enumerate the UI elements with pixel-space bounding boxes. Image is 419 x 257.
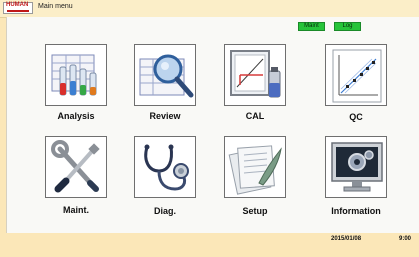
review-icon (139, 54, 194, 98)
analysis-label: Analysis (57, 111, 95, 121)
brand-logo-text: HUMAN (6, 2, 29, 8)
main-menu-screen: HUMAN Main menu Maint Log Analysis Revie… (0, 0, 419, 257)
analysis-button[interactable] (45, 44, 107, 106)
monitor-icon (331, 142, 383, 192)
qc-chart-icon (332, 49, 382, 103)
calibration-icon (230, 50, 281, 98)
cal-label: CAL (245, 111, 265, 121)
diag-label: Diag. (153, 206, 176, 216)
current-time: 9:00 (399, 236, 412, 242)
log-status-button[interactable]: Log (334, 22, 361, 31)
information-button[interactable] (325, 136, 387, 198)
current-date: 2015/01/08 (331, 236, 362, 242)
maint-label: Maint. (63, 205, 89, 215)
stethoscope-icon (144, 144, 189, 191)
review-label: Review (149, 111, 181, 121)
maint-status-button[interactable]: Maint (298, 22, 325, 31)
diag-button[interactable] (134, 136, 196, 198)
qc-button[interactable] (325, 44, 387, 106)
maint-button[interactable] (45, 136, 107, 198)
setup-label: Setup (242, 206, 268, 216)
setup-button[interactable] (224, 136, 286, 198)
title-bar: HUMAN Main menu (0, 0, 419, 18)
cal-button[interactable] (224, 44, 286, 106)
qc-label: QC (349, 112, 363, 122)
review-button[interactable] (134, 44, 196, 106)
documents-icon (228, 145, 282, 195)
window-title: Main menu (38, 3, 73, 10)
information-label: Information (331, 206, 381, 216)
tools-icon (51, 140, 100, 193)
brand-logo: HUMAN (3, 2, 33, 14)
analysis-icon (51, 54, 97, 96)
